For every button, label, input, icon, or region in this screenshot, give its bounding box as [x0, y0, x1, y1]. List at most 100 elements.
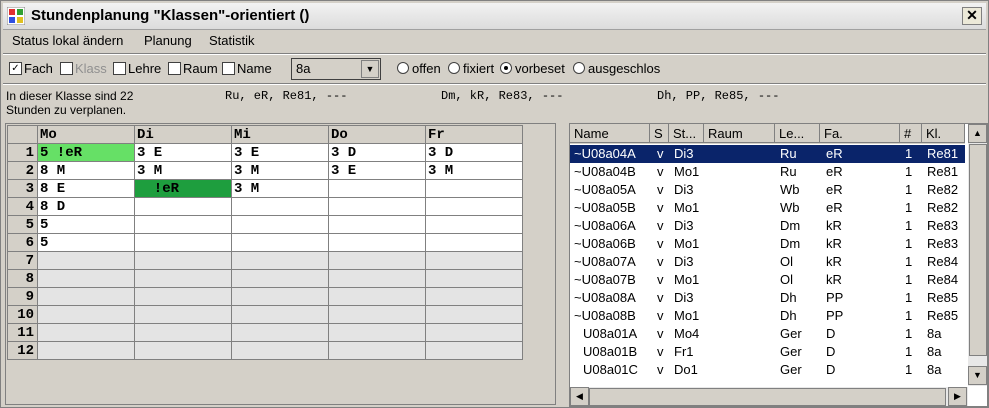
- timetable-cell[interactable]: [231, 341, 329, 360]
- timetable-cell[interactable]: [425, 305, 523, 324]
- list-column-header[interactable]: Name: [570, 124, 650, 143]
- timetable-cell[interactable]: 3 E: [328, 161, 426, 180]
- timetable-cell[interactable]: [231, 197, 329, 216]
- timetable-cell[interactable]: [231, 233, 329, 252]
- menu-statistik[interactable]: Statistik: [209, 33, 255, 48]
- timetable-cell[interactable]: [328, 323, 426, 342]
- period-header[interactable]: 1: [7, 143, 38, 162]
- list-row[interactable]: U08a01B v Fr1 Ger D 1 8a: [570, 343, 965, 361]
- menu-status-lokal-aendern[interactable]: Status lokal ändern: [12, 33, 123, 48]
- period-header[interactable]: 2: [7, 161, 38, 180]
- timetable-cell[interactable]: [231, 251, 329, 270]
- timetable-cell[interactable]: !eR: [134, 179, 232, 198]
- list-column-header[interactable]: Le...: [775, 124, 820, 143]
- timetable-cell[interactable]: [328, 233, 426, 252]
- horizontal-scrollbar[interactable]: ◀ ▶: [570, 387, 968, 406]
- timetable-cell[interactable]: [134, 197, 232, 216]
- timetable-cell[interactable]: [134, 305, 232, 324]
- timetable-cell[interactable]: [425, 341, 523, 360]
- status-radio-fixiert[interactable]: fixiert: [448, 61, 494, 76]
- timetable-cell[interactable]: [37, 323, 135, 342]
- list-row[interactable]: U08a01A v Mo4 Ger D 1 8a: [570, 325, 965, 343]
- list-row[interactable]: ~U08a05B v Mo1 Wb eR 1 Re82: [570, 199, 965, 217]
- horizontal-scroll-thumb[interactable]: [589, 388, 946, 406]
- timetable-cell[interactable]: 3 M: [231, 179, 329, 198]
- list-row[interactable]: ~U08a07B v Mo1 Ol kR 1 Re84: [570, 271, 965, 289]
- list-row[interactable]: ~U08a08A v Di3 Dh PP 1 Re85: [570, 289, 965, 307]
- scroll-thumb[interactable]: [969, 144, 987, 356]
- period-header[interactable]: 4: [7, 197, 38, 216]
- list-row[interactable]: ~U08a05A v Di3 Wb eR 1 Re82: [570, 181, 965, 199]
- list-column-header[interactable]: Kl.: [922, 124, 965, 143]
- period-header[interactable]: 6: [7, 233, 38, 252]
- list-column-header[interactable]: Raum: [704, 124, 775, 143]
- list-row[interactable]: ~U08a07A v Di3 Ol kR 1 Re84: [570, 253, 965, 271]
- timetable-cell[interactable]: [37, 305, 135, 324]
- timetable-cell[interactable]: [425, 215, 523, 234]
- timetable-cell[interactable]: [134, 269, 232, 288]
- status-radio-ausgeschlossen[interactable]: ausgeschlos: [573, 61, 660, 76]
- timetable-cell[interactable]: 3 E: [134, 143, 232, 162]
- timetable-cell[interactable]: [425, 323, 523, 342]
- close-button[interactable]: ✕: [962, 7, 982, 25]
- filter-fach-checkbox[interactable]: ✓ Fach: [9, 61, 53, 76]
- timetable-cell[interactable]: [328, 251, 426, 270]
- timetable-cell[interactable]: [134, 251, 232, 270]
- timetable-cell[interactable]: [425, 197, 523, 216]
- timetable-cell[interactable]: [37, 251, 135, 270]
- day-header[interactable]: Di: [134, 125, 232, 144]
- scroll-right-icon[interactable]: ▶: [948, 387, 967, 406]
- timetable-cell[interactable]: [425, 251, 523, 270]
- timetable-cell[interactable]: [37, 341, 135, 360]
- menu-planung[interactable]: Planung: [144, 33, 192, 48]
- timetable-cell[interactable]: 8 D: [37, 197, 135, 216]
- timetable-cell[interactable]: [134, 287, 232, 306]
- timetable-cell[interactable]: [231, 215, 329, 234]
- list-column-header[interactable]: S: [650, 124, 669, 143]
- timetable-cell[interactable]: 3 D: [328, 143, 426, 162]
- day-header[interactable]: Mi: [231, 125, 329, 144]
- timetable-cell[interactable]: 8 E: [37, 179, 135, 198]
- day-header[interactable]: Mo: [37, 125, 135, 144]
- timetable-cell[interactable]: [425, 179, 523, 198]
- list-row[interactable]: ~U08a04B v Mo1 Ru eR 1 Re81: [570, 163, 965, 181]
- timetable-cell[interactable]: 5: [37, 233, 135, 252]
- timetable-cell[interactable]: [328, 305, 426, 324]
- list-row[interactable]: ~U08a06A v Di3 Dm kR 1 Re83: [570, 217, 965, 235]
- timetable-cell[interactable]: [231, 323, 329, 342]
- timetable-cell[interactable]: [328, 179, 426, 198]
- scroll-up-icon[interactable]: ▲: [968, 124, 987, 143]
- timetable-cell[interactable]: [328, 197, 426, 216]
- period-header[interactable]: 3: [7, 179, 38, 198]
- timetable-cell[interactable]: [328, 215, 426, 234]
- timetable-cell[interactable]: [37, 269, 135, 288]
- timetable-cell[interactable]: 8 M: [37, 161, 135, 180]
- filter-raum-checkbox[interactable]: Raum: [168, 61, 218, 76]
- timetable-cell[interactable]: [328, 269, 426, 288]
- vertical-scrollbar[interactable]: ▲ ▼: [968, 124, 987, 386]
- timetable-cell[interactable]: [231, 287, 329, 306]
- day-header[interactable]: Do: [328, 125, 426, 144]
- scroll-left-icon[interactable]: ◀: [570, 387, 589, 406]
- period-header[interactable]: 11: [7, 323, 38, 342]
- timetable-cell[interactable]: 3 D: [425, 143, 523, 162]
- list-row[interactable]: ~U08a04A v Di3 Ru eR 1 Re81: [570, 145, 965, 163]
- day-header[interactable]: Fr: [425, 125, 523, 144]
- timetable-cell[interactable]: 3 M: [134, 161, 232, 180]
- timetable-cell[interactable]: 5 !eR: [37, 143, 135, 162]
- timetable-cell[interactable]: 3 M: [425, 161, 523, 180]
- timetable-cell[interactable]: [134, 323, 232, 342]
- timetable-cell[interactable]: [425, 269, 523, 288]
- timetable-cell[interactable]: [425, 287, 523, 306]
- list-column-header[interactable]: Fa.: [820, 124, 900, 143]
- list-row[interactable]: ~U08a08B v Mo1 Dh PP 1 Re85: [570, 307, 965, 325]
- timetable-cell[interactable]: [328, 287, 426, 306]
- timetable-cell[interactable]: [37, 287, 135, 306]
- timetable-cell[interactable]: [134, 215, 232, 234]
- period-header[interactable]: 7: [7, 251, 38, 270]
- period-header[interactable]: 12: [7, 341, 38, 360]
- timetable-cell[interactable]: 3 E: [231, 143, 329, 162]
- timetable-cell[interactable]: [231, 305, 329, 324]
- timetable-cell[interactable]: [134, 341, 232, 360]
- timetable-cell[interactable]: 5: [37, 215, 135, 234]
